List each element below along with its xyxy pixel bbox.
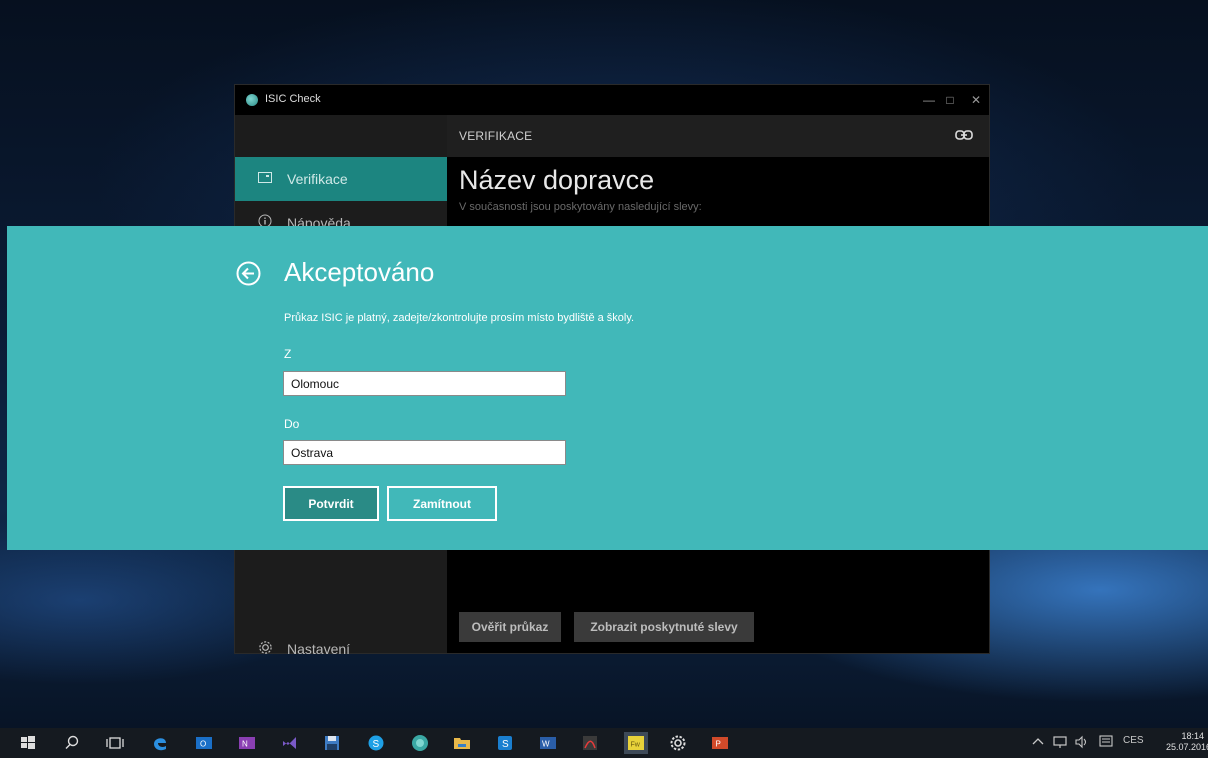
sidebar-item-label: Nastavení (287, 641, 351, 657)
settings-icon[interactable] (668, 733, 688, 753)
sidebar-item-verifikace[interactable]: Verifikace (235, 157, 447, 201)
svg-text:P: P (716, 740, 721, 749)
skype-business-icon[interactable]: S (495, 733, 515, 753)
search-icon[interactable] (62, 733, 82, 753)
dialog-message: Průkaz ISIC je platný, zadejte/zkontrolu… (284, 312, 635, 324)
isic-icon[interactable] (410, 733, 430, 753)
edge-icon[interactable] (150, 733, 170, 753)
clock-date: 25.07.2016 (1166, 742, 1208, 752)
from-label: Z (284, 347, 292, 361)
file-explorer-icon[interactable] (452, 733, 472, 753)
app-logo-icon (246, 94, 258, 106)
minimize-button[interactable]: — (919, 91, 939, 109)
card-icon (258, 172, 272, 183)
svg-text:N: N (242, 740, 248, 749)
section-header: VERIFIKACE (447, 115, 989, 157)
save-disk-icon[interactable] (322, 733, 342, 753)
skype-icon[interactable]: S (366, 733, 386, 753)
gear-icon (259, 641, 272, 654)
taskbar: O N S S W Fw P CES 18:14 25.07.2016 (0, 728, 1208, 758)
close-button[interactable]: ✕ (966, 91, 986, 109)
sidebar-item-label: Verifikace (287, 171, 348, 187)
windows-start-icon[interactable] (18, 733, 38, 753)
show-discounts-button[interactable]: Zobrazit poskytnuté slevy (574, 612, 754, 642)
onenote-icon[interactable]: N (237, 733, 257, 753)
language-indicator[interactable]: CES (1123, 735, 1144, 746)
network-icon[interactable] (1052, 734, 1068, 750)
window-title: ISIC Check (265, 93, 321, 105)
maximize-button[interactable]: □ (940, 91, 960, 109)
action-center-icon[interactable] (1098, 734, 1114, 750)
outlook-icon[interactable]: O (194, 733, 214, 753)
clock[interactable]: 18:14 25.07.2016 (1166, 731, 1208, 753)
sidebar-item-nastaveni[interactable]: Nastavení (235, 627, 447, 671)
carrier-title: Název dopravce (459, 165, 655, 195)
svg-text:O: O (200, 740, 206, 749)
task-view-icon[interactable] (105, 733, 125, 753)
dialog-title: Akceptováno (284, 257, 435, 287)
section-title: VERIFIKACE (459, 129, 533, 143)
verify-card-button[interactable]: Ověřit průkaz (459, 612, 561, 642)
svg-text:S: S (373, 739, 380, 750)
link-icon[interactable] (955, 128, 973, 142)
title-bar[interactable]: ISIC Check — □ ✕ (235, 85, 989, 115)
word-icon[interactable]: W (538, 733, 558, 753)
to-field[interactable] (283, 440, 566, 465)
reject-button[interactable]: Zamítnout (387, 486, 497, 521)
carrier-subtitle: V současnosti jsou poskytovány nasledují… (459, 201, 702, 213)
confirm-button[interactable]: Potvrdit (283, 486, 379, 521)
accepted-dialog: Akceptováno Průkaz ISIC je platný, zadej… (7, 226, 1208, 550)
svg-text:Fw: Fw (631, 742, 641, 749)
visual-studio-icon[interactable] (280, 733, 300, 753)
volume-icon[interactable] (1074, 734, 1090, 750)
acrobat-icon[interactable] (580, 733, 600, 753)
svg-text:W: W (542, 740, 550, 749)
from-field[interactable] (283, 371, 566, 396)
to-label: Do (284, 417, 300, 431)
svg-text:S: S (502, 739, 509, 750)
powerpoint-icon[interactable]: P (710, 733, 730, 753)
chevron-up-icon[interactable] (1030, 734, 1046, 750)
back-arrow-icon[interactable] (236, 261, 261, 286)
fireworks-icon[interactable]: Fw (624, 732, 648, 754)
clock-time: 18:14 (1181, 731, 1204, 741)
